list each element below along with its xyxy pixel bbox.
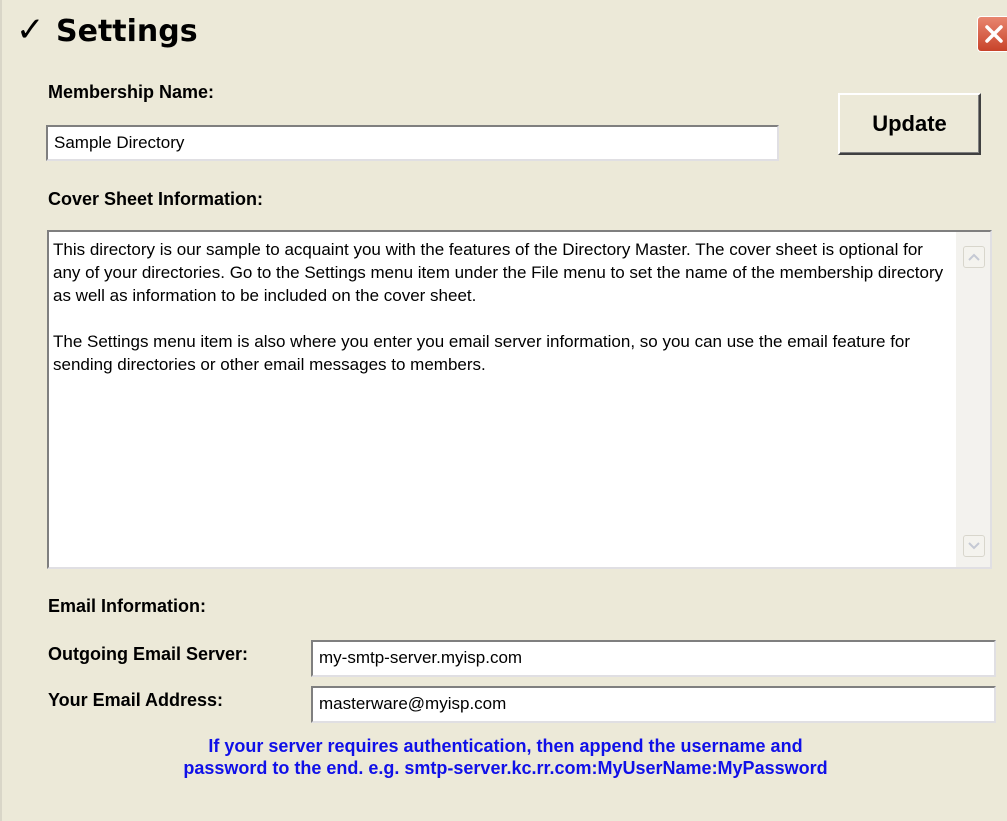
- cover-sheet-label: Cover Sheet Information:: [48, 189, 264, 209]
- title-bar: ✓ Settings: [2, 0, 1007, 63]
- email-information-label: Email Information:: [48, 596, 207, 616]
- cover-sheet-text: This directory is our sample to acquaint…: [53, 238, 953, 399]
- textarea-scrollbar[interactable]: [956, 232, 990, 567]
- close-icon: [985, 25, 1003, 43]
- outgoing-server-label: Outgoing Email Server:: [48, 644, 249, 664]
- chevron-down-icon: [968, 542, 980, 550]
- authentication-hint-line2: password to the end. e.g. smtp-server.kc…: [183, 758, 828, 778]
- cover-sheet-paragraph: The Settings menu item is also where you…: [53, 332, 911, 374]
- window-title: Settings: [56, 14, 198, 49]
- close-button[interactable]: [977, 16, 1007, 52]
- cover-sheet-textarea[interactable]: This directory is our sample to acquaint…: [47, 230, 992, 569]
- scroll-up-button[interactable]: [963, 246, 985, 268]
- update-button[interactable]: Update: [838, 93, 981, 155]
- email-address-label: Your Email Address:: [48, 690, 224, 710]
- cover-sheet-paragraph: This directory is our sample to acquaint…: [53, 240, 944, 305]
- chevron-up-icon: [968, 253, 980, 261]
- email-address-input[interactable]: masterware@myisp.com: [311, 686, 996, 723]
- authentication-hint-line1: If your server requires authentication, …: [208, 736, 803, 756]
- check-icon: ✓: [16, 10, 45, 50]
- membership-name-label: Membership Name:: [48, 82, 215, 102]
- outgoing-server-input[interactable]: my-smtp-server.myisp.com: [311, 640, 996, 677]
- membership-name-input[interactable]: Sample Directory: [46, 125, 779, 161]
- settings-window: ✓ Settings Membership Name: Sample Direc…: [0, 0, 1007, 821]
- scroll-down-button[interactable]: [963, 535, 985, 557]
